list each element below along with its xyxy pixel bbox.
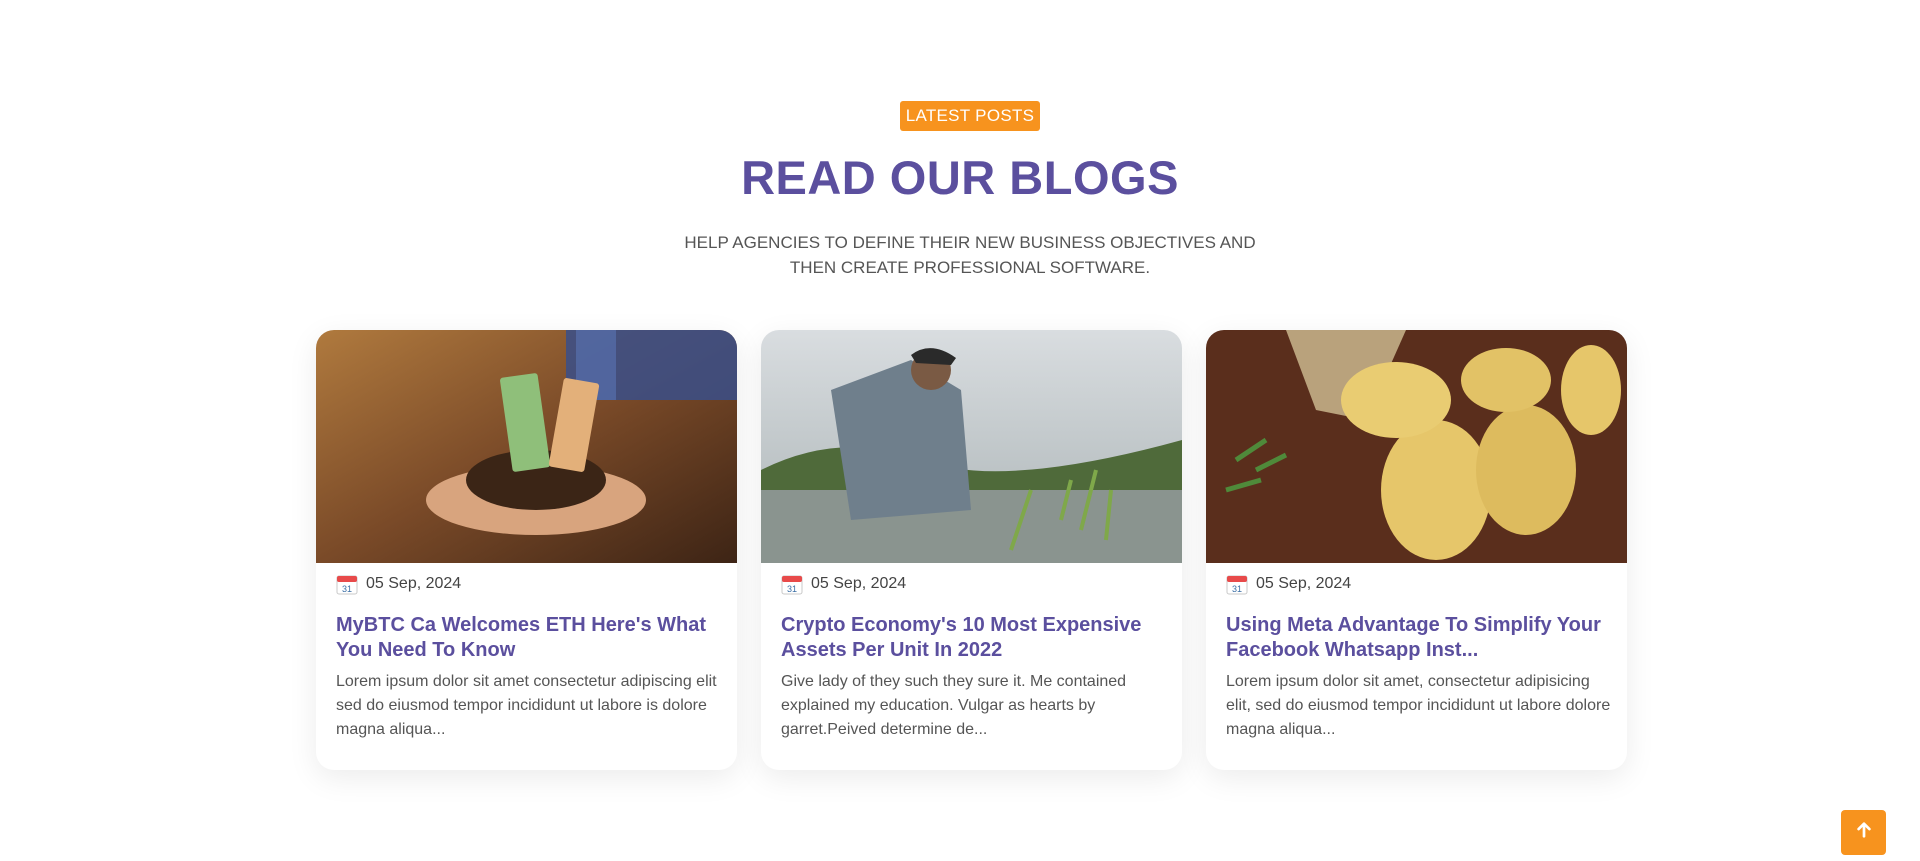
svg-text:31: 31 [1232,584,1242,594]
calendar-icon: 31 [336,573,358,595]
calendar-icon: 31 [781,573,803,595]
post-excerpt: Lorem ipsum dolor sit amet consectetur a… [336,673,717,738]
post-date: 05 Sep, 2024 [1256,575,1352,592]
farmer-planting-rice-image[interactable] [761,330,1182,563]
post-date: 05 Sep, 2024 [811,575,907,592]
blog-card[interactable]: 31 05 Sep, 2024 MyBTC Ca Welcomes ETH He… [316,330,737,770]
post-meta: 31 05 Sep, 2024 [336,572,461,596]
post-title-link[interactable]: Crypto Economy's 10 Most Expensive Asset… [781,613,1166,663]
latest-posts-badge: LATEST POSTS [900,101,1040,131]
svg-text:31: 31 [787,584,797,594]
post-title-link[interactable]: MyBTC Ca Welcomes ETH Here's What You Ne… [336,613,721,663]
blog-card[interactable]: 31 05 Sep, 2024 Using Meta Advantage To … [1206,330,1627,770]
blog-cards: 31 05 Sep, 2024 MyBTC Ca Welcomes ETH He… [316,330,1627,770]
post-title-link[interactable]: Using Meta Advantage To Simplify Your Fa… [1226,613,1611,663]
svg-text:31: 31 [342,584,352,594]
money-in-soil-image[interactable] [316,330,737,563]
section-heading: READ OUR BLOGS [741,151,1179,204]
arrow-up-icon [1855,821,1873,844]
post-meta: 31 05 Sep, 2024 [781,572,906,596]
post-excerpt: Give lady of they such they sure it. Me … [781,673,1127,738]
post-excerpt: Lorem ipsum dolor sit amet, consectetur … [1226,673,1611,738]
post-date: 05 Sep, 2024 [366,575,462,592]
blog-section: LATEST POSTS READ OUR BLOGS HELP AGENCIE… [0,0,1920,861]
back-to-top-button[interactable] [1841,810,1886,855]
post-meta: 31 05 Sep, 2024 [1226,572,1351,596]
potatoes-image[interactable] [1206,330,1627,563]
calendar-icon: 31 [1226,573,1248,595]
blog-card[interactable]: 31 05 Sep, 2024 Crypto Economy's 10 Most… [761,330,1182,770]
section-subtitle: HELP AGENCIES TO DEFINE THEIR NEW BUSINE… [684,233,1256,277]
